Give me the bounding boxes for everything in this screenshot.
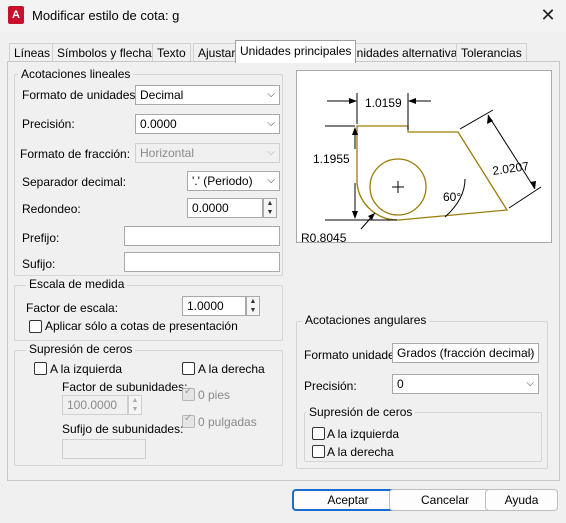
angular-units-format-select[interactable]: Grados (fracción decimal) ⌵ (392, 343, 539, 363)
tab-ajustar[interactable]: Ajustar (193, 43, 241, 62)
angular-precision-label: Precisión: (304, 379, 357, 393)
angular-leading-zeros-label: A la izquierda (327, 427, 400, 441)
round-off-input[interactable]: 0.0000 (187, 198, 263, 218)
chevron-down-icon: ⌵ (267, 175, 275, 186)
ok-button[interactable]: Aceptar (292, 489, 404, 511)
zero-inches-checkbox[interactable] (182, 413, 195, 428)
dimension-preview: 1.0159 1.1955 2.0207 60° R0.8045 (296, 70, 552, 243)
measurement-scale-label: Escala de medida (26, 277, 128, 291)
scale-factor-stepper[interactable]: ▲ ▼ (246, 296, 260, 316)
tab-texto[interactable]: Texto (152, 43, 191, 62)
angular-trailing-zeros-checkbox[interactable] (312, 445, 325, 458)
unit-format-label: Formato de unidades: (22, 88, 139, 102)
tab-simbolos-flechas[interactable]: Símbolos y flechas (52, 43, 163, 62)
subunit-suffix-input[interactable] (62, 439, 146, 459)
subunit-factor-stepper[interactable]: ▲ ▼ (128, 395, 142, 415)
prefix-label: Prefijo: (22, 231, 60, 245)
suffix-input[interactable] (124, 252, 280, 272)
zero-feet-label: 0 pies (198, 388, 231, 402)
scale-factor-input[interactable]: 1.0000 (182, 296, 246, 316)
preview-dim-left: 1.1955 (313, 152, 350, 166)
round-off-label: Redondeo: (22, 202, 81, 216)
precision-select[interactable]: 0.0000 ⌵ (135, 114, 280, 134)
preview-dim-radius: R0.8045 (301, 231, 347, 242)
preview-dim-top: 1.0159 (365, 96, 402, 110)
angular-trailing-zeros-label: A la derecha (327, 445, 394, 459)
suffix-label: Sufijo: (22, 257, 56, 271)
trailing-zeros-checkbox[interactable] (182, 362, 195, 375)
trailing-zeros-label: A la derecha (198, 362, 265, 376)
precision-value: 0.0000 (140, 117, 177, 131)
prefix-input[interactable] (124, 226, 280, 246)
fraction-format-label: Formato de fracción: (20, 147, 131, 161)
decimal-separator-value: '.' (Periodo) (192, 174, 253, 188)
subunit-factor-label: Factor de subunidades: (62, 380, 188, 394)
layout-only-label: Aplicar sólo a cotas de presentación (45, 319, 238, 333)
tab-unidades-principales[interactable]: Unidades principales (235, 40, 357, 63)
help-button[interactable]: Ayuda (485, 489, 558, 511)
chevron-down-icon: ⌵ (526, 378, 534, 389)
unit-format-value: Decimal (140, 88, 184, 102)
zero-feet-checkbox[interactable] (182, 386, 195, 401)
angular-units-format-label: Formato unidades: (304, 348, 405, 362)
spin-up-icon[interactable]: ▲ (267, 200, 274, 207)
leading-zeros-label: A la izquierda (50, 362, 123, 376)
preview-shape (356, 125, 509, 221)
spin-down-icon[interactable]: ▼ (132, 406, 139, 413)
close-icon[interactable]: ✕ (536, 4, 560, 26)
tab-unidades-alternativas[interactable]: Unidades alternativas (343, 43, 469, 62)
spin-down-icon[interactable]: ▼ (267, 209, 274, 216)
angular-dimensions-label: Acotaciones angulares (302, 313, 430, 327)
angular-zero-suppression-label: Supresión de ceros (306, 405, 416, 419)
tab-tolerancias[interactable]: Tolerancias (456, 43, 527, 62)
spin-up-icon[interactable]: ▲ (132, 397, 139, 404)
subunit-factor-input[interactable]: 100.0000 (62, 395, 128, 415)
chevron-down-icon: ⌵ (267, 118, 275, 129)
autocad-app-icon: A (8, 6, 24, 24)
preview-dim-angle: 60° (443, 190, 461, 204)
chevron-down-icon: ⌵ (267, 147, 275, 158)
chevron-down-icon: ⌵ (526, 347, 534, 358)
decimal-separator-label: Separador decimal: (22, 175, 127, 189)
subunit-suffix-label: Sufijo de subunidades: (62, 422, 184, 436)
preview-drawing: 1.0159 1.1955 2.0207 60° R0.8045 (301, 93, 542, 242)
angular-precision-select[interactable]: 0 ⌵ (392, 374, 539, 394)
angular-leading-zeros-checkbox[interactable] (312, 427, 325, 440)
preview-dim-right: 2.0207 (491, 159, 530, 178)
zero-suppression-label: Supresión de ceros (26, 342, 136, 356)
unit-format-select[interactable]: Decimal ⌵ (135, 85, 280, 105)
tab-lineas[interactable]: Líneas (9, 43, 56, 62)
angular-precision-value: 0 (397, 377, 404, 391)
chevron-down-icon: ⌵ (267, 89, 275, 100)
leading-zeros-checkbox[interactable] (34, 362, 47, 375)
zero-inches-label: 0 pulgadas (198, 415, 257, 429)
linear-dimensions-label: Acotaciones lineales (18, 67, 134, 81)
fraction-format-select[interactable]: Horizontal ⌵ (135, 143, 280, 163)
scale-factor-label: Factor de escala: (26, 301, 119, 315)
layout-only-checkbox[interactable] (29, 320, 42, 333)
precision-label: Precisión: (22, 117, 75, 131)
round-off-stepper[interactable]: ▲ ▼ (263, 198, 277, 218)
decimal-separator-select[interactable]: '.' (Periodo) ⌵ (187, 171, 280, 191)
window-title: Modificar estilo de cota: g (32, 8, 180, 23)
spin-up-icon[interactable]: ▲ (250, 298, 257, 305)
angular-units-format-value: Grados (fracción decimal) (397, 346, 535, 360)
fraction-format-value: Horizontal (140, 146, 195, 160)
spin-down-icon[interactable]: ▼ (250, 307, 257, 314)
